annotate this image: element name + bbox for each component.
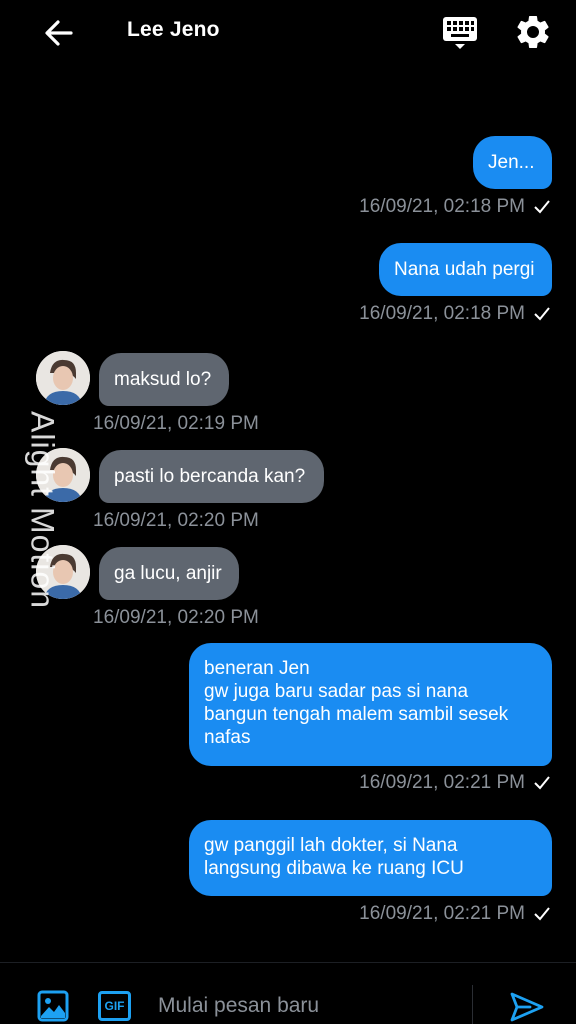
message-timestamp: 16/09/21, 02:20 PM xyxy=(93,607,259,629)
settings-button[interactable] xyxy=(513,12,553,52)
composer-divider xyxy=(472,985,473,1024)
gif-button[interactable]: GIF xyxy=(98,991,131,1021)
message-bubble-outgoing[interactable]: beneran Jen gw juga baru sadar pas si na… xyxy=(189,643,552,766)
checkmark-icon xyxy=(534,776,550,790)
image-icon xyxy=(37,990,69,1022)
message-bubble-incoming[interactable]: pasti lo bercanda kan? xyxy=(99,450,324,503)
timestamp-text: 16/09/21, 02:18 PM xyxy=(359,303,525,324)
message-bubble-outgoing[interactable]: Nana udah pergi xyxy=(379,243,552,296)
back-button[interactable] xyxy=(40,14,78,52)
timestamp-text: 16/09/21, 02:20 PM xyxy=(93,607,259,628)
message-input[interactable] xyxy=(158,991,458,1021)
contact-name: Lee Jeno xyxy=(127,18,220,41)
message-timestamp: 16/09/21, 02:18 PM xyxy=(359,196,550,218)
timestamp-text: 16/09/21, 02:19 PM xyxy=(93,413,259,434)
checkmark-icon xyxy=(534,907,550,921)
avatar[interactable] xyxy=(36,351,90,405)
chat-header: Lee Jeno xyxy=(0,0,576,64)
message-timestamp: 16/09/21, 02:18 PM xyxy=(359,303,550,325)
watermark-text: Alight Motion xyxy=(24,411,61,609)
timestamp-text: 16/09/21, 02:18 PM xyxy=(359,196,525,217)
keyboard-icon xyxy=(443,17,477,49)
message-timestamp: 16/09/21, 02:21 PM xyxy=(359,903,550,925)
message-bubble-outgoing[interactable]: gw panggil lah dokter, si Nana langsung … xyxy=(189,820,552,896)
timestamp-text: 16/09/21, 02:21 PM xyxy=(359,903,525,924)
timestamp-text: 16/09/21, 02:21 PM xyxy=(359,772,525,793)
send-icon xyxy=(510,992,544,1022)
message-bubble-outgoing[interactable]: Jen... xyxy=(473,136,552,189)
message-timestamp: 16/09/21, 02:20 PM xyxy=(93,510,259,532)
send-button[interactable] xyxy=(510,991,544,1023)
checkmark-icon xyxy=(534,307,550,321)
checkmark-icon xyxy=(534,200,550,214)
timestamp-text: 16/09/21, 02:20 PM xyxy=(93,510,259,531)
keyboard-button[interactable] xyxy=(440,14,480,52)
add-media-button[interactable] xyxy=(37,990,69,1022)
message-timestamp: 16/09/21, 02:21 PM xyxy=(359,772,550,794)
message-bubble-incoming[interactable]: maksud lo? xyxy=(99,353,229,406)
message-timestamp: 16/09/21, 02:19 PM xyxy=(93,413,259,435)
message-bubble-incoming[interactable]: ga lucu, anjir xyxy=(99,547,239,600)
arrow-left-icon xyxy=(45,20,73,46)
gif-label: GIF xyxy=(104,999,125,1013)
gear-icon xyxy=(517,15,549,48)
contact-photo xyxy=(36,351,90,405)
